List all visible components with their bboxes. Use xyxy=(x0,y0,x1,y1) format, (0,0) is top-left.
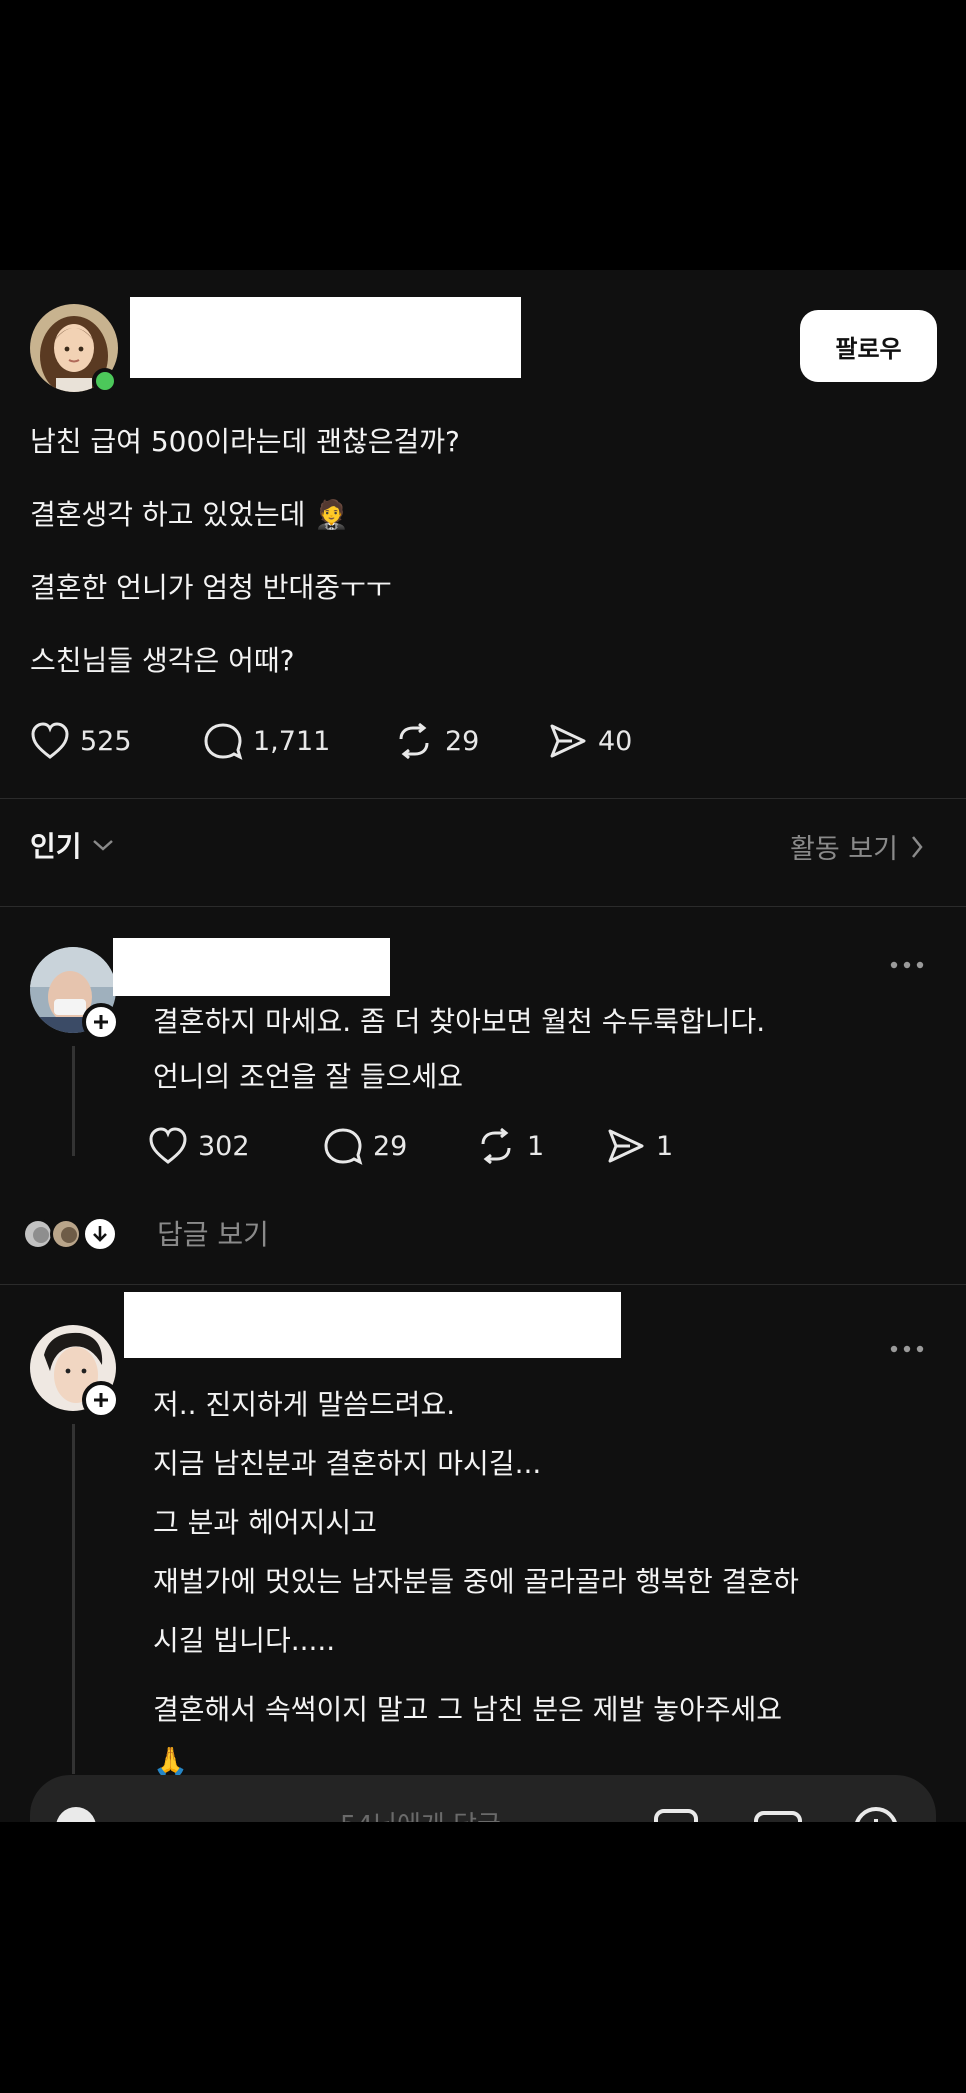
add-icon xyxy=(855,1807,897,1822)
emoji-icon xyxy=(56,1807,96,1822)
comment-text-line: 🙏 xyxy=(153,1745,188,1778)
divider xyxy=(0,798,966,799)
post-text-line: 결혼생각 하고 있었는데 🤵 xyxy=(30,498,350,531)
follow-commenter-button[interactable] xyxy=(82,1003,120,1041)
like-button[interactable]: 525 xyxy=(30,722,132,760)
comment-reply-count: 29 xyxy=(373,1130,408,1162)
view-replies-link[interactable]: 답글 보기 xyxy=(157,1213,269,1253)
thread-line xyxy=(72,1046,75,1156)
plus-icon xyxy=(94,1015,108,1029)
plus-icon xyxy=(94,1393,108,1407)
comment-share-count: 1 xyxy=(656,1130,674,1162)
comment-like-count: 302 xyxy=(198,1130,250,1162)
comment-share-button[interactable]: 1 xyxy=(606,1127,673,1165)
emoji-button[interactable] xyxy=(52,1803,100,1822)
commenter-name-redaction xyxy=(124,1292,621,1358)
gif-icon xyxy=(754,1811,802,1822)
follow-button[interactable]: 팔로우 xyxy=(800,310,937,382)
activity-label: 활동 보기 xyxy=(790,834,898,865)
threads-screen: 팔로우 남친 급여 500이라는데 괜찮은걸까? 결혼생각 하고 있었는데 🤵 … xyxy=(0,270,966,1822)
reply-composer[interactable]: 54님에게 답글 xyxy=(30,1775,936,1822)
online-status-dot xyxy=(92,368,118,394)
share-count: 40 xyxy=(598,725,633,757)
reply-input-placeholder[interactable]: 54님에게 답글 xyxy=(340,1805,501,1822)
username-redaction xyxy=(130,297,521,378)
like-count: 525 xyxy=(80,725,132,757)
chevron-right-icon xyxy=(912,835,923,858)
view-activity-link[interactable]: 활동 보기 xyxy=(790,827,924,866)
share-icon xyxy=(608,1129,644,1163)
divider xyxy=(0,1284,966,1285)
comment-text-line: 결혼해서 속썩이지 말고 그 남친 분은 제발 놓아주세요 xyxy=(153,1693,783,1726)
repost-icon xyxy=(481,1127,511,1165)
comment-icon xyxy=(204,723,243,760)
comment-repost-count: 1 xyxy=(527,1130,545,1162)
comment-text-line: 저.. 진지하게 말씀드려요. xyxy=(153,1388,456,1421)
comment-text-line: 그 분과 헤어지시고 xyxy=(153,1506,377,1539)
comment-text-line: 지금 남친분과 결혼하지 마시길... xyxy=(153,1447,542,1480)
post-text-line: 남친 급여 500이라는데 괜찮은걸까? xyxy=(30,425,460,458)
divider xyxy=(0,906,966,907)
follow-commenter-button[interactable] xyxy=(82,1381,120,1419)
more-icon xyxy=(890,1345,924,1353)
thread-line xyxy=(72,1424,75,1774)
chevron-down-icon xyxy=(92,840,113,851)
comment-repost-button[interactable]: 1 xyxy=(475,1127,544,1165)
comment-button[interactable]: 1,711 xyxy=(203,722,330,760)
repost-count: 29 xyxy=(445,725,480,757)
sort-label: 인기 xyxy=(30,830,82,863)
gallery-button[interactable] xyxy=(650,1803,702,1822)
comment-count: 1,711 xyxy=(253,725,331,757)
heart-icon xyxy=(149,1127,187,1164)
more-icon xyxy=(890,961,924,969)
expand-replies-button[interactable] xyxy=(82,1216,118,1252)
gallery-icon xyxy=(654,1809,698,1822)
gif-button[interactable] xyxy=(752,1803,804,1822)
repost-icon xyxy=(399,722,429,760)
comment-text-line: 재벌가에 멋있는 남자분들 중에 골라골라 행복한 결혼하 xyxy=(153,1565,799,1598)
repost-button[interactable]: 29 xyxy=(393,722,479,760)
share-button[interactable]: 40 xyxy=(548,722,632,760)
add-attachment-button[interactable] xyxy=(850,1803,902,1822)
sort-dropdown[interactable]: 인기 xyxy=(30,825,114,865)
more-options-button[interactable] xyxy=(890,1330,924,1360)
comment-like-button[interactable]: 302 xyxy=(148,1127,250,1165)
post-text-line: 스친님들 생각은 어때? xyxy=(30,644,295,677)
comment-text-line: 언니의 조언을 잘 들으세요 xyxy=(153,1060,464,1093)
heart-icon xyxy=(31,722,69,759)
share-icon xyxy=(550,724,586,758)
arrow-down-icon xyxy=(93,1226,107,1242)
more-options-button[interactable] xyxy=(890,946,924,976)
commenter-name-redaction xyxy=(113,938,390,996)
comment-text-line: 시길 빕니다..... xyxy=(153,1624,336,1657)
reply-avatar xyxy=(50,1218,82,1250)
comment-icon xyxy=(324,1128,363,1165)
comment-reply-button[interactable]: 29 xyxy=(323,1127,407,1165)
comment-text-line: 결혼하지 마세요. 좀 더 찾아보면 월천 수두룩합니다. xyxy=(153,1005,766,1038)
post-text-line: 결혼한 언니가 엄청 반대중ㅜㅜ xyxy=(30,571,392,604)
